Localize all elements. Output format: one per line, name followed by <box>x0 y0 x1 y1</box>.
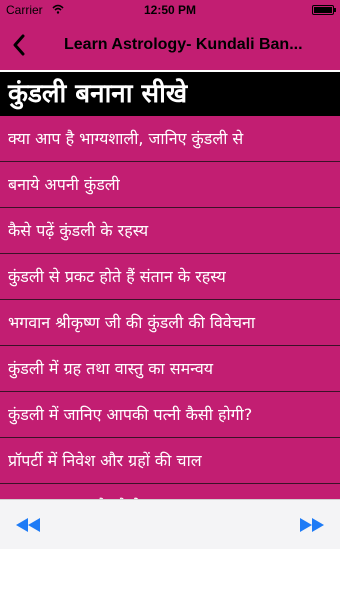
list-item[interactable]: कुंडली में ग्रह तथा वास्तु का समन्वय <box>0 346 340 392</box>
list-item[interactable]: कुंडली से प्रकट होते हैं संतान के रहस्य <box>0 254 340 300</box>
navigation-bar: Learn Astrology- Kundali Ban... <box>0 20 340 70</box>
article-list[interactable]: क्या आप है भाग्यशाली, जानिए कुंडली से बन… <box>0 116 340 499</box>
next-button[interactable] <box>296 514 328 536</box>
list-item[interactable]: क्या आप है भाग्यशाली, जानिए कुंडली से <box>0 116 340 162</box>
list-item[interactable]: धन लाभ कब और कैसे? <box>0 484 340 499</box>
battery-icon <box>312 5 336 15</box>
list-item[interactable]: भगवान श्रीकृष्ण जी की कुंडली की विवेचना <box>0 300 340 346</box>
page-heading: कुंडली बनाना सीखे <box>0 72 340 116</box>
list-item[interactable]: बनाये अपनी कुंडली <box>0 162 340 208</box>
nav-title: Learn Astrology- Kundali Ban... <box>64 36 303 53</box>
fast-forward-icon <box>300 518 324 532</box>
rewind-icon <box>16 518 40 532</box>
list-item[interactable]: कैसे पढ़ें कुंडली के रहस्य <box>0 208 340 254</box>
list-item[interactable]: प्रॉपर्टी में निवेश और ग्रहों की चाल <box>0 438 340 484</box>
status-bar: Carrier 12:50 PM <box>0 0 340 20</box>
back-button[interactable] <box>6 32 32 58</box>
chevron-left-icon <box>13 34 25 56</box>
bottom-toolbar <box>0 499 340 549</box>
previous-button[interactable] <box>12 514 44 536</box>
list-item[interactable]: कुंडली में जानिए आपकी पत्नी कैसी होगी? <box>0 392 340 438</box>
status-time: 12:50 PM <box>143 3 197 17</box>
